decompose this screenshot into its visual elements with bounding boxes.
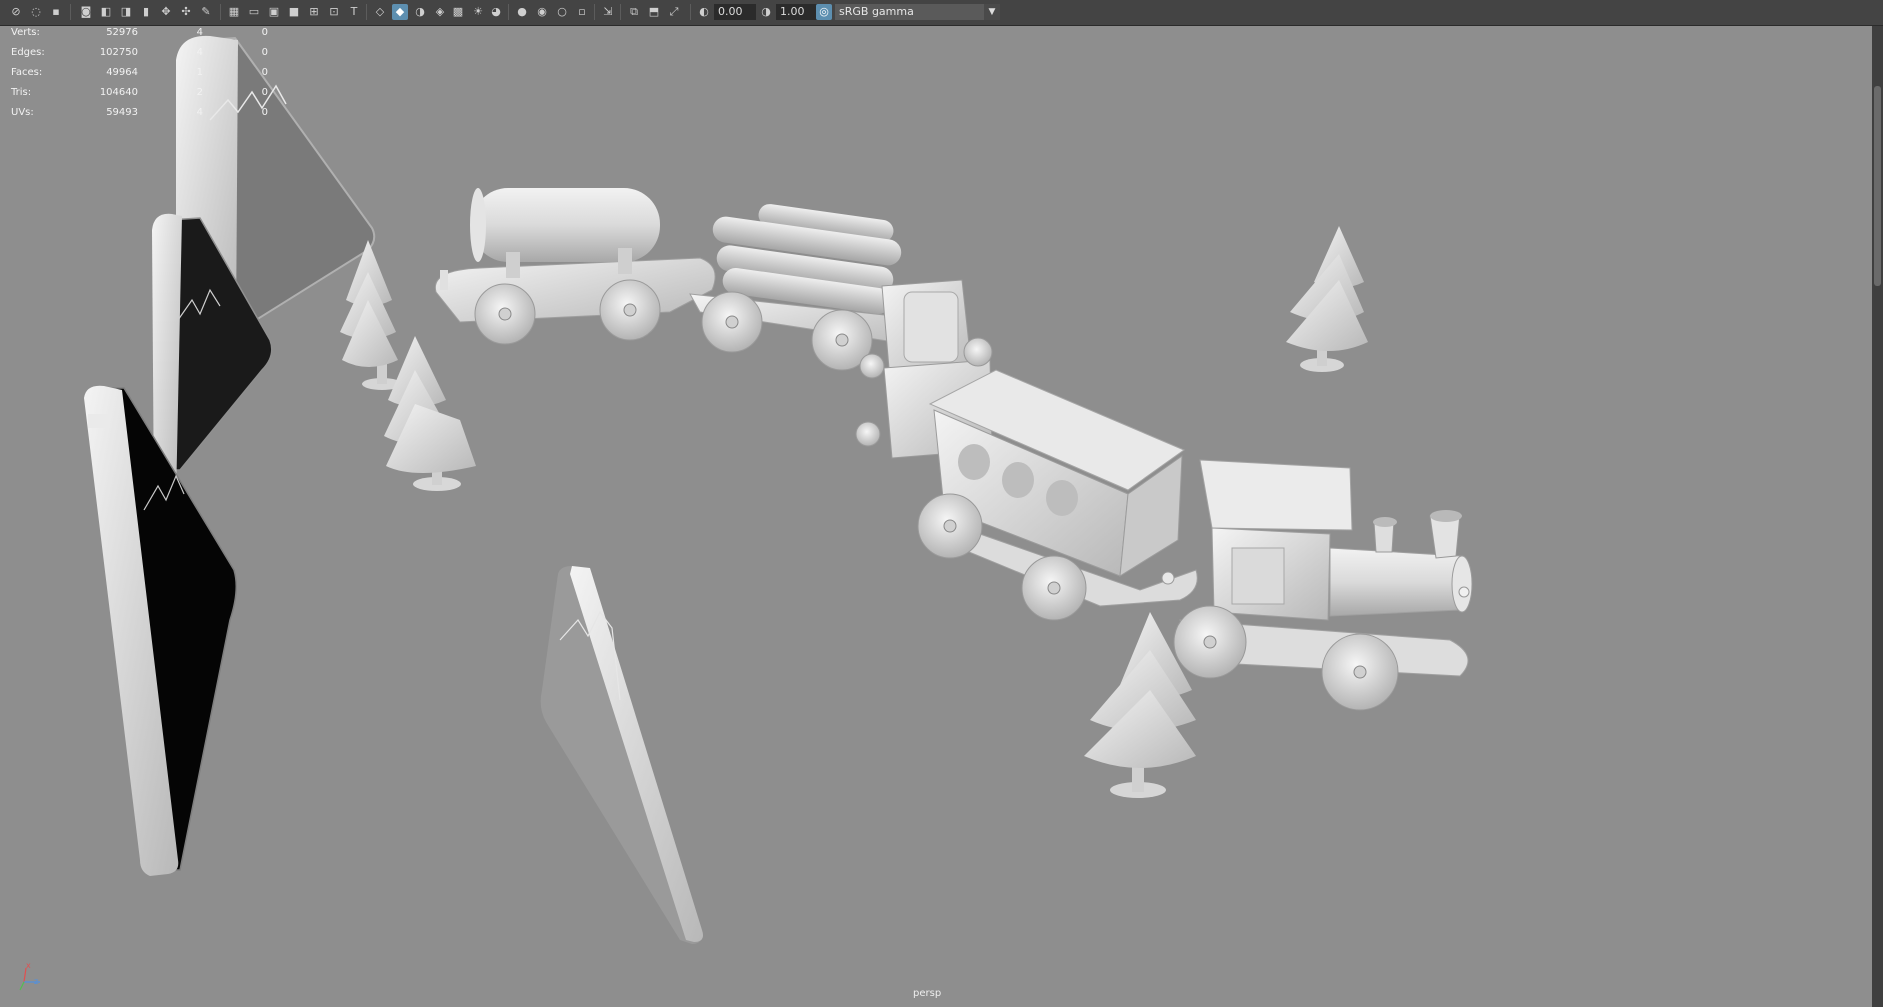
safe-action-icon[interactable]: ⊡: [326, 4, 342, 20]
lighting-icon[interactable]: ☀: [470, 4, 486, 20]
gamma-field[interactable]: 1.00: [776, 4, 818, 20]
perspective-viewport[interactable]: x z: [0, 26, 1872, 1007]
camera-attributes-icon[interactable]: ◧: [98, 4, 114, 20]
xray-icon[interactable]: ▩: [450, 4, 466, 20]
frame-all-icon[interactable]: ⤢: [666, 4, 682, 20]
camera-name-label: persp: [913, 988, 942, 999]
snapshot-icon[interactable]: ⧉: [626, 4, 642, 20]
resolution-gate-icon[interactable]: ▣: [266, 4, 282, 20]
anti-aliasing-icon[interactable]: ○: [554, 4, 570, 20]
passenger-car[interactable]: [917, 369, 1198, 621]
hud-row-uvs: UVs: 59493 4 0: [11, 107, 268, 118]
hud-row-verts: Verts: 52976 4 0: [11, 27, 268, 38]
steam-engine[interactable]: [1161, 459, 1473, 711]
wireframe-on-shaded-icon[interactable]: ◑: [412, 4, 428, 20]
axis-z-label: z: [34, 977, 38, 986]
view-transform-label: sRGB gamma: [839, 5, 914, 18]
camera-attributes-2-icon[interactable]: ◨: [118, 4, 134, 20]
hud-row-tris: Tris: 104640 2 0: [11, 87, 268, 98]
safe-title-icon[interactable]: T: [346, 4, 362, 20]
lasso-icon[interactable]: ◌: [28, 4, 44, 20]
axis-x-label: x: [26, 961, 31, 970]
tree-left-front[interactable]: [384, 336, 476, 491]
motion-blur-icon[interactable]: ◉: [534, 4, 550, 20]
phone-panel-front[interactable]: [84, 385, 237, 876]
paint-icon[interactable]: ▪: [48, 4, 64, 20]
textured-icon[interactable]: ◈: [432, 4, 448, 20]
wireframe-icon[interactable]: ◇: [372, 4, 388, 20]
tumble-icon[interactable]: ✣: [178, 4, 194, 20]
exposure-icon: ◐: [699, 5, 709, 18]
gate-mask-icon[interactable]: ■: [286, 4, 302, 20]
tanker-car[interactable]: [434, 188, 716, 345]
dolly-icon[interactable]: ✎: [198, 4, 214, 20]
scene-render: x z: [19, 35, 1473, 991]
gamma-icon: ◑: [761, 5, 771, 18]
tree-right[interactable]: [1286, 226, 1368, 372]
smooth-shade-icon[interactable]: ◆: [392, 4, 408, 20]
shadows-icon[interactable]: ◕: [488, 4, 504, 20]
grid-icon[interactable]: ▦: [226, 4, 242, 20]
camera-icon[interactable]: ◙: [78, 4, 94, 20]
isolate-icon[interactable]: ⇲: [600, 4, 616, 20]
pan-icon[interactable]: ✥: [158, 4, 174, 20]
chevron-down-icon[interactable]: ▼: [984, 4, 1000, 20]
view-transform-dropdown[interactable]: sRGB gamma ▼: [835, 4, 1000, 20]
select-icon[interactable]: ⊘: [8, 4, 24, 20]
hud-row-faces: Faces: 49964 1 0: [11, 67, 268, 78]
axis-gizmo: x z: [19, 961, 40, 991]
depth-of-field-icon[interactable]: ▫: [574, 4, 590, 20]
ambient-occlusion-icon[interactable]: ●: [514, 4, 530, 20]
film-gate-icon[interactable]: ▭: [246, 4, 262, 20]
scrollbar-thumb[interactable]: [1874, 86, 1881, 286]
bookmark-icon[interactable]: ▮: [138, 4, 154, 20]
field-chart-icon[interactable]: ⊞: [306, 4, 322, 20]
hud-row-edges: Edges: 102750 4 0: [11, 47, 268, 58]
right-side-scrollbar[interactable]: [1872, 26, 1883, 1007]
viewport-toolbar: ⊘ ◌ ▪ ◙ ◧ ◨ ▮ ✥ ✣ ✎ ▦ ▭ ▣ ■ ⊞ ⊡ T ◇ ◆ ◑ …: [0, 0, 1883, 26]
render-region-icon[interactable]: ⬒: [646, 4, 662, 20]
exposure-field[interactable]: 0.00: [714, 4, 756, 20]
phone-panel-lying[interactable]: [540, 566, 703, 944]
color-management-icon[interactable]: ◎: [816, 4, 832, 20]
poly-count-hud: Verts: 52976 4 0 Edges: 102750 4 0 Faces…: [11, 27, 271, 127]
